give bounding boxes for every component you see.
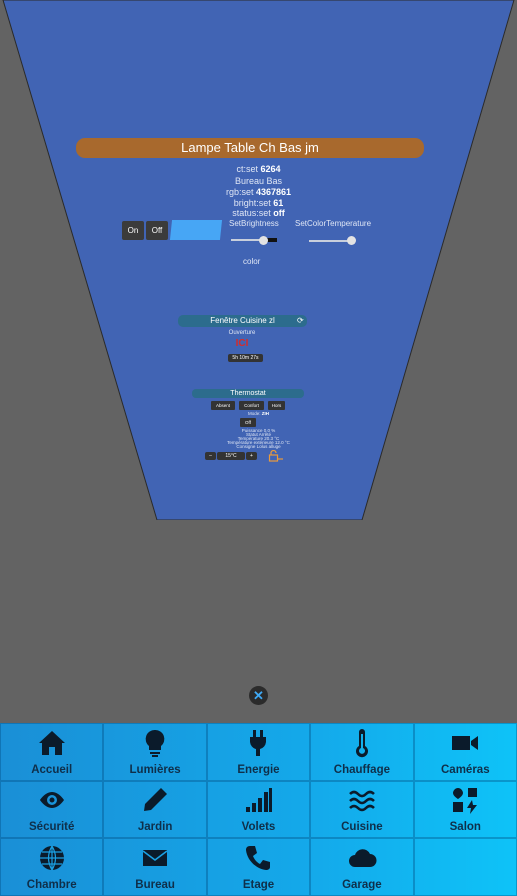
nav-item-accueil[interactable]: Accueil: [0, 723, 104, 781]
thermostat-mode: Mode: ZIH: [247, 411, 270, 416]
window-duration: 5h 10m 27s: [228, 354, 263, 362]
setpoint-plus-button[interactable]: +: [246, 452, 257, 460]
lamp-title[interactable]: Lampe Table Ch Bas jm: [76, 138, 424, 158]
nav-item-chambre[interactable]: Chambre: [0, 838, 104, 896]
lamp-color-swatch[interactable]: [169, 220, 223, 240]
nav-label: Cuisine: [341, 821, 383, 834]
nav-label: Jardin: [137, 821, 173, 834]
setpoint-value: 15°C: [217, 452, 245, 460]
window-tile-title[interactable]: Fenêtre Cuisine zl: [178, 315, 307, 327]
bottom-navigation: Accueil Lumières Energie Chauffage Camér…: [0, 723, 517, 896]
nav-item-jardin[interactable]: Jardin: [103, 780, 207, 839]
cloud-icon: [348, 849, 377, 867]
close-button[interactable]: ✕: [249, 686, 268, 705]
eye-icon: [39, 792, 64, 809]
nav-item-garage[interactable]: Garage: [310, 838, 414, 896]
window-opening-label: Ouverture: [228, 330, 256, 336]
nav-item-lumieres[interactable]: Lumières: [103, 723, 207, 781]
nav-item-salon[interactable]: Salon: [413, 780, 517, 839]
nav-label: Lumières: [129, 763, 181, 776]
lamp-ct: ct:set 6264: [236, 164, 281, 174]
signal-bars-icon: [246, 788, 273, 813]
brightness-slider-knob[interactable]: [258, 236, 268, 245]
thermostat-title[interactable]: Thermostat: [192, 389, 304, 398]
nav-label: Chauffage: [333, 763, 390, 776]
nav-item-cameras[interactable]: Caméras: [413, 723, 517, 781]
nav-label: Caméras: [441, 763, 490, 776]
nav-item-etage[interactable]: Etage: [206, 838, 311, 896]
lamp-off-button[interactable]: Off: [146, 221, 168, 240]
unlock-icon[interactable]: [268, 450, 285, 462]
nav-label: Salon: [449, 821, 481, 834]
set-color-temperature-label: SetColorTemperature: [295, 219, 372, 228]
globe-icon: [39, 845, 64, 871]
color-label: color: [243, 257, 261, 266]
color-temperature-slider-knob[interactable]: [347, 236, 357, 245]
waves-icon: [349, 791, 375, 812]
nav-label: Sécurité: [29, 821, 75, 834]
phone-icon: [246, 846, 271, 870]
thermometer-icon: [355, 728, 368, 757]
nav-item-cuisine[interactable]: Cuisine: [310, 780, 414, 839]
nav-item-securite[interactable]: Sécurité: [0, 780, 104, 839]
nav-empty-cell: [413, 838, 517, 896]
lamp-on-button[interactable]: On: [122, 221, 144, 240]
plug-icon: [250, 729, 267, 756]
nav-label: Garage: [342, 879, 382, 891]
mode-confort-button[interactable]: Confort: [239, 401, 264, 410]
window-state: ICI: [235, 338, 249, 349]
nav-item-chauffage[interactable]: Chauffage: [310, 723, 414, 781]
mode-hors-button[interactable]: Hors: [268, 401, 285, 410]
nav-label: Energie: [237, 763, 280, 776]
nav-label: Accueil: [31, 763, 73, 776]
nav-item-volets[interactable]: Volets: [206, 780, 311, 839]
mode-absent-button[interactable]: Absent: [211, 401, 235, 410]
envelope-icon: [142, 850, 168, 866]
thermostat-line: Consigne Lolus alluge: [236, 444, 281, 449]
panel-content: Lampe Table Ch Bas jm ct:set 6264 Bureau…: [0, 0, 517, 520]
lamp-rgb: rgb:set 4367861: [225, 187, 292, 197]
lamp-status: status:set off: [232, 208, 285, 218]
nav-item-bureau[interactable]: Bureau: [103, 838, 207, 896]
shapes-icon: [453, 788, 478, 815]
nav-label: Chambre: [26, 879, 77, 891]
set-brightness-label: SetBrightness: [229, 219, 279, 228]
pencil-icon: [144, 788, 168, 812]
lightbulb-icon: [145, 729, 165, 757]
setpoint-minus-button[interactable]: –: [205, 452, 216, 460]
thermostat-off-button[interactable]: Off: [240, 418, 256, 427]
video-camera-icon: [452, 735, 479, 750]
refresh-icon[interactable]: ⟳: [297, 316, 304, 326]
nav-label: Etage: [242, 879, 275, 891]
nav-label: Volets: [241, 821, 276, 834]
lamp-room: Bureau Bas: [234, 176, 283, 186]
nav-label: Bureau: [135, 879, 175, 891]
home-icon: [38, 730, 65, 755]
nav-item-energie[interactable]: Energie: [206, 723, 311, 781]
